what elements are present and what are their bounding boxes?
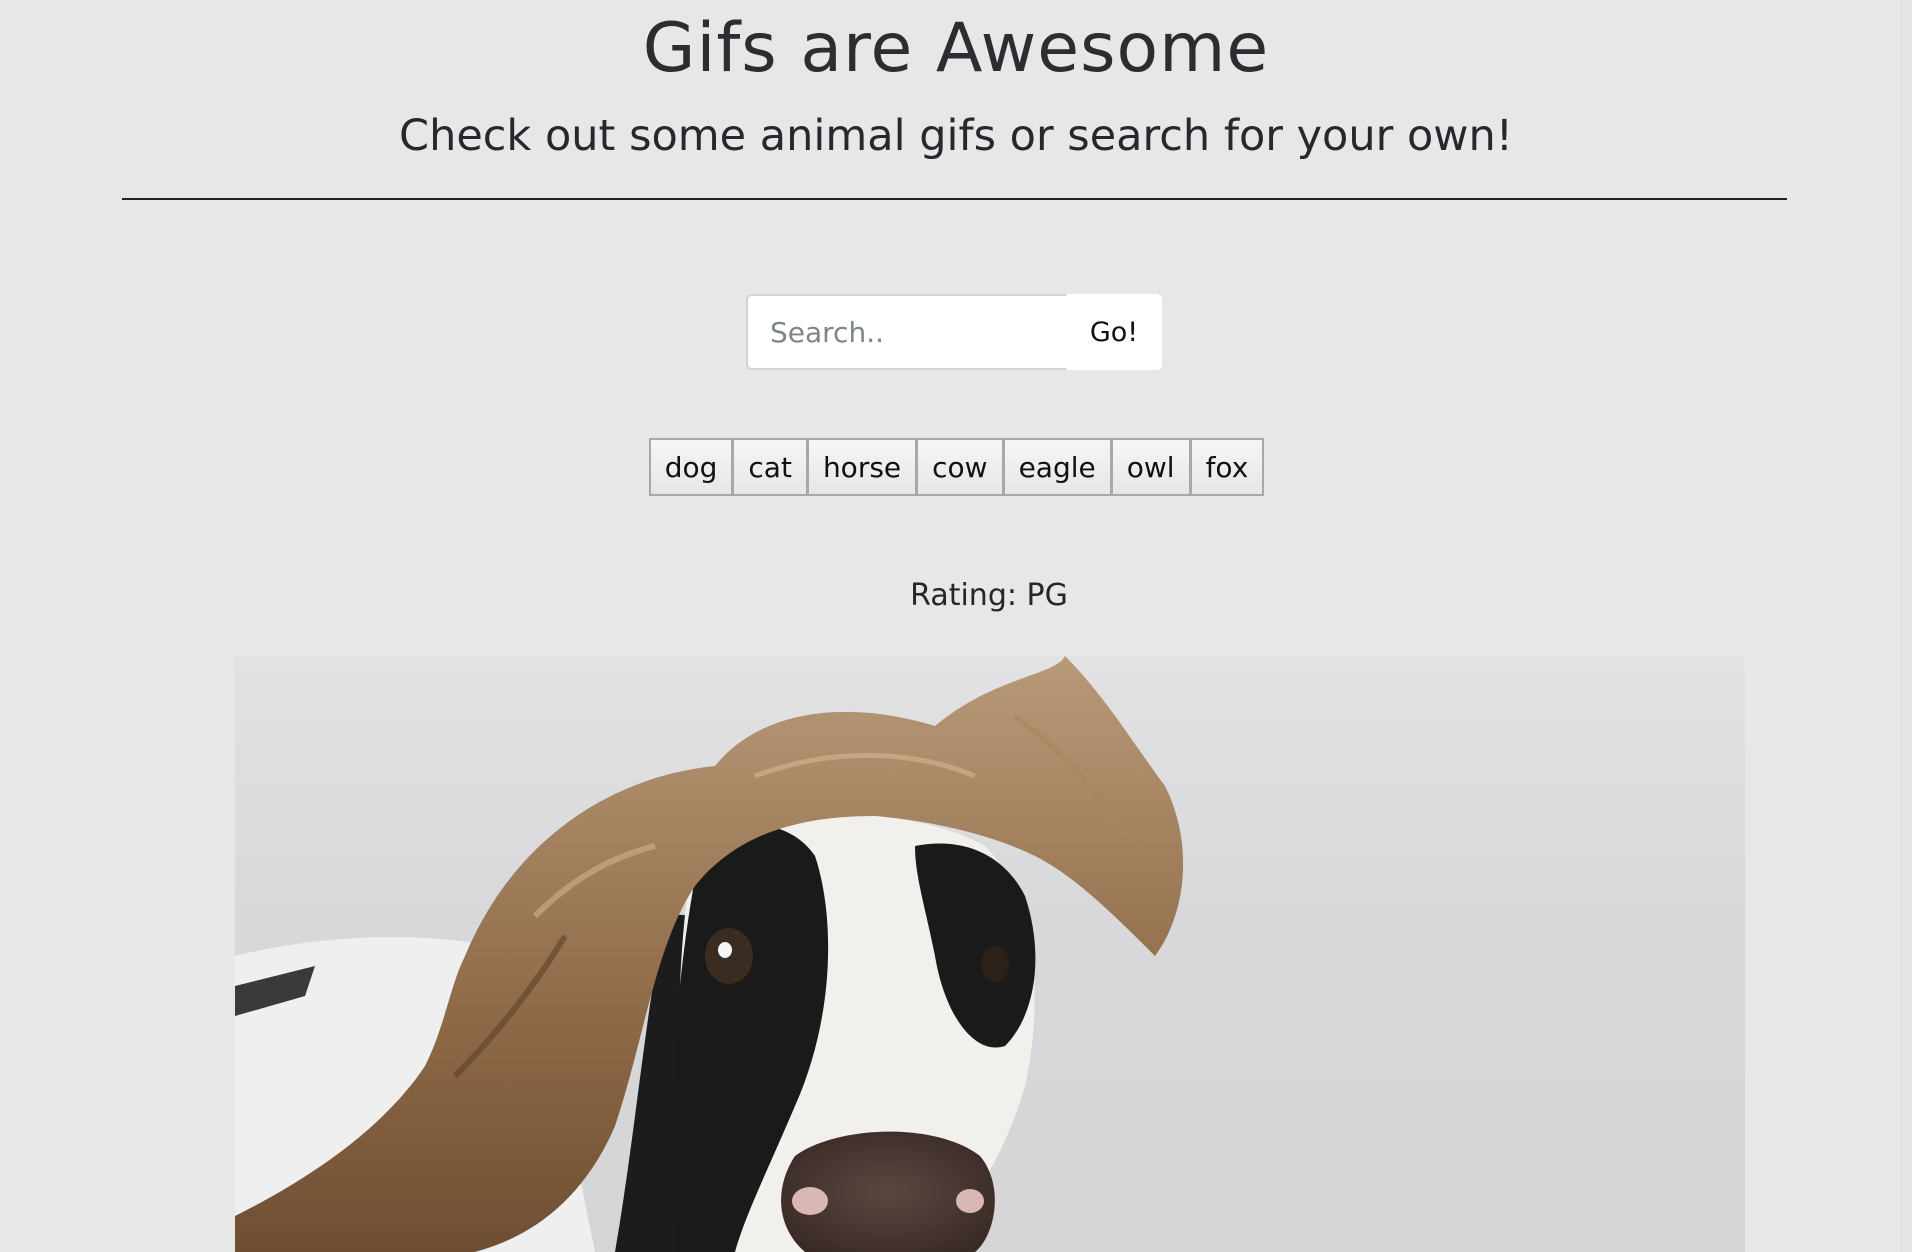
window-scrollbar[interactable] <box>1900 0 1912 1252</box>
animal-button-horse[interactable]: horse <box>806 438 918 496</box>
search-form: Go! <box>746 294 1162 370</box>
cow-gif-illustration <box>235 656 1184 1252</box>
animal-button-fox[interactable]: fox <box>1189 438 1265 496</box>
page-title: Gifs are Awesome <box>642 9 1270 88</box>
header-divider <box>122 198 1787 200</box>
animal-button-dog[interactable]: dog <box>648 438 734 496</box>
animal-button-owl[interactable]: owl <box>1110 438 1191 496</box>
animal-button-eagle[interactable]: eagle <box>1002 438 1112 496</box>
go-button[interactable]: Go! <box>1066 294 1162 370</box>
animal-button-cat[interactable]: cat <box>732 438 808 496</box>
gif-image[interactable] <box>235 656 1745 1252</box>
animal-button-bar: dog cat horse cow eagle owl fox <box>0 438 1912 496</box>
animal-button-cow[interactable]: cow <box>916 438 1004 496</box>
page-subtitle: Check out some animal gifs or search for… <box>399 111 1513 161</box>
search-input[interactable] <box>746 294 1066 370</box>
page: Gifs are Awesome Check out some animal g… <box>0 0 1912 1252</box>
gif-rating: Rating: PG <box>910 578 1068 613</box>
